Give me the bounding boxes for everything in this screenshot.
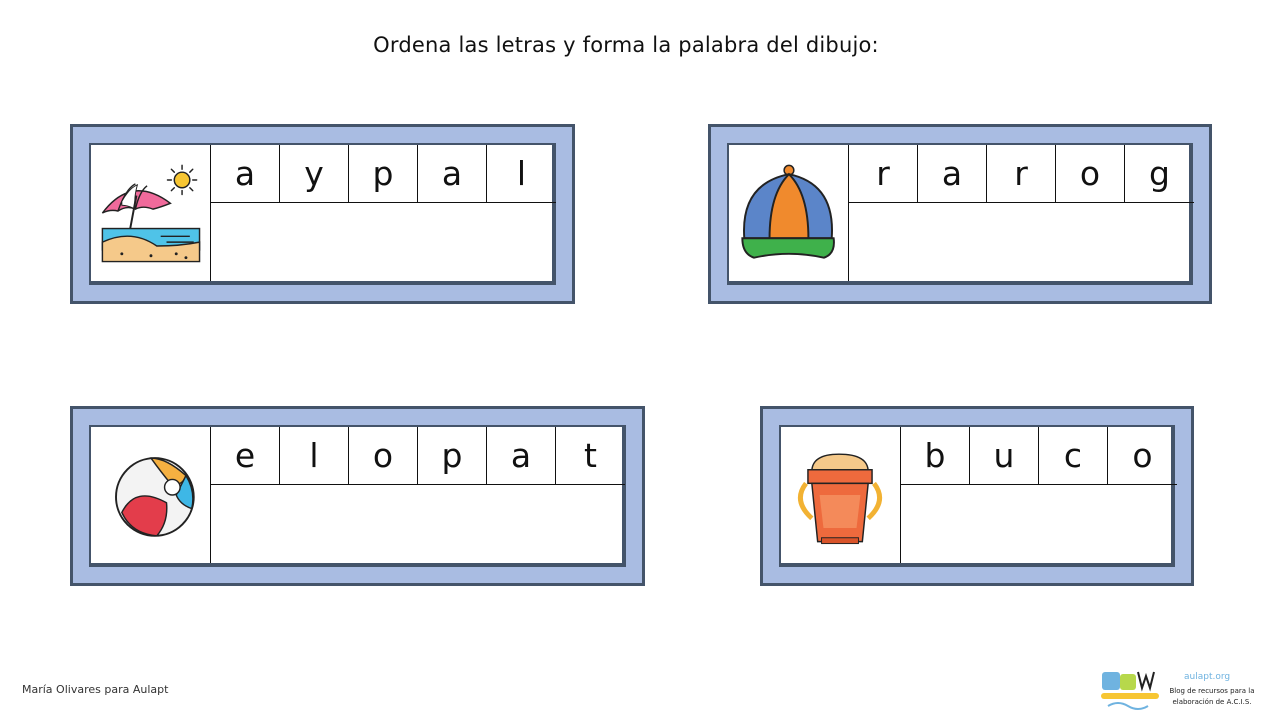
letter-tile: o	[349, 427, 418, 485]
letter-tile: b	[901, 427, 970, 485]
letter-tile: e	[211, 427, 280, 485]
beach-umbrella-drawing	[92, 145, 208, 281]
word-card-3: e l o p a t	[70, 406, 645, 586]
word-card-4-inner: b u c o	[779, 425, 1177, 567]
letter-tile: a	[487, 427, 556, 485]
letter-row-2: r a r o g	[849, 145, 1194, 203]
answer-area-2[interactable]	[849, 203, 1189, 281]
letter-tile: y	[280, 145, 349, 203]
beach-ball-drawing	[92, 427, 208, 563]
word-card-3-inner: e l o p a t	[89, 425, 626, 567]
letter-tile: o	[1132, 435, 1153, 475]
letter-tile: c	[1039, 427, 1108, 485]
answer-area-1[interactable]	[211, 203, 552, 281]
word-card-2-inner: r a r o g	[727, 143, 1194, 285]
logo-url[interactable]: aulapt.org	[1184, 672, 1230, 682]
letter-tile: a	[418, 145, 487, 203]
sand-bucket-icon	[781, 427, 901, 563]
letter-row-1: a y p a l	[211, 145, 556, 203]
letter-tile: o	[1056, 145, 1125, 203]
word-card-2: r a r o g	[708, 124, 1212, 304]
word-card-4: b u c o	[760, 406, 1194, 586]
letter-tile: a	[211, 145, 280, 203]
cap-icon	[729, 145, 849, 281]
cap-drawing	[730, 145, 846, 281]
letter-tile: t	[584, 435, 597, 475]
answer-area-4[interactable]	[901, 485, 1171, 563]
letter-tile: l	[516, 153, 527, 193]
letter-row-4: b u c o	[901, 427, 1177, 485]
aulapt-logo-icon	[1101, 671, 1159, 710]
word-card-1: a y p a l	[70, 124, 575, 304]
letter-tile: p	[418, 427, 487, 485]
answer-area-3[interactable]	[211, 485, 622, 563]
letter-row-3: e l o p a t	[211, 427, 625, 485]
letter-tile: a	[918, 145, 987, 203]
aulapt-logo[interactable]: aulapt.org Blog de recursos para la elab…	[1098, 666, 1258, 716]
word-card-1-inner: a y p a l	[89, 143, 556, 285]
beach-umbrella-icon	[91, 145, 211, 281]
letter-tile: g	[1149, 153, 1170, 193]
letter-tile: u	[970, 427, 1039, 485]
letter-tile: p	[349, 145, 418, 203]
instruction-title: Ordena las letras y forma la palabra del…	[373, 33, 879, 57]
logo-tagline: Blog de recursos para la elaboración de …	[1169, 687, 1255, 706]
sand-bucket-drawing	[782, 427, 898, 563]
beach-ball-icon	[91, 427, 211, 563]
letter-tile: r	[987, 145, 1056, 203]
author-credit: María Olivares para Aulapt	[22, 683, 169, 696]
letter-tile: l	[280, 427, 349, 485]
letter-tile: r	[849, 145, 918, 203]
